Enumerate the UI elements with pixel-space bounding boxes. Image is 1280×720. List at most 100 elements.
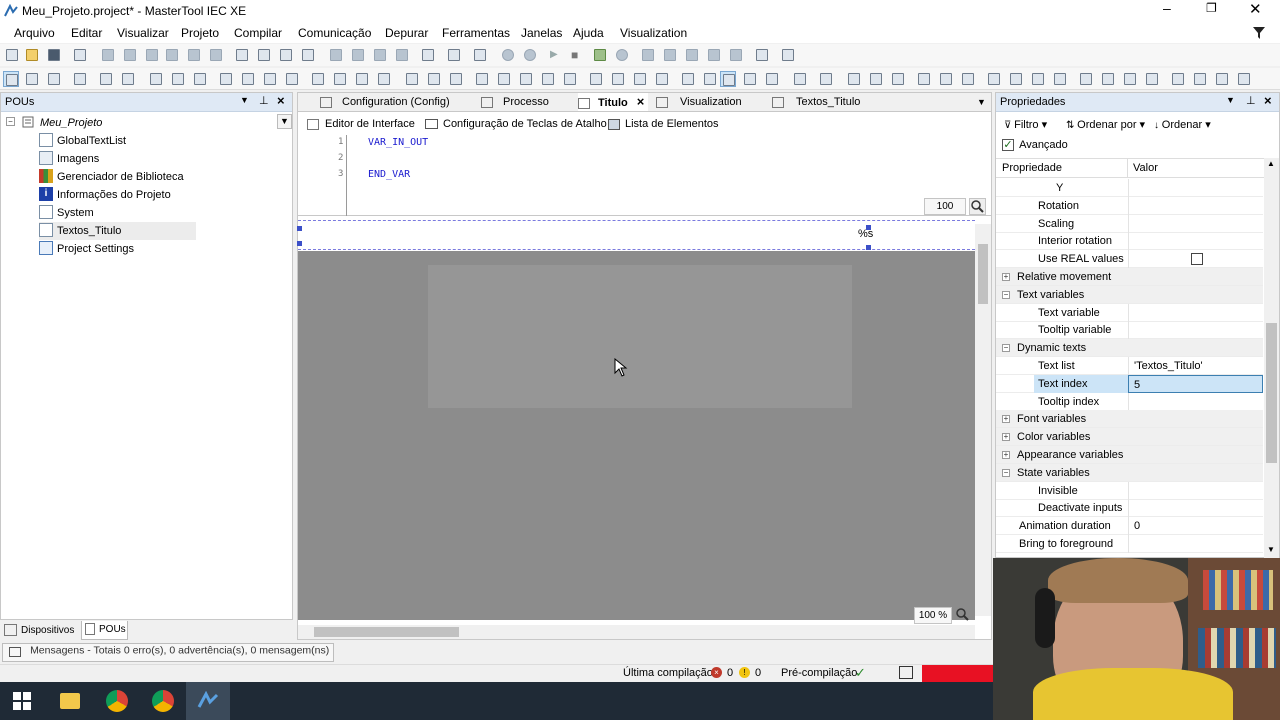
property-value[interactable]: 'Textos_Titulo' [1128, 357, 1263, 375]
mastertool-taskbar-button[interactable] [186, 682, 230, 720]
find-next-icon[interactable] [278, 47, 294, 63]
property-value[interactable] [1128, 499, 1263, 518]
chrome-icon[interactable] [152, 690, 174, 712]
property-value[interactable] [1128, 464, 1263, 482]
delete-icon[interactable] [208, 47, 224, 63]
minimize-icon[interactable]: – [1163, 0, 1171, 16]
visualization-canvas[interactable]: %s [297, 220, 975, 620]
grid-d-icon[interactable] [1236, 71, 1252, 87]
tree-item-informacoes[interactable]: i Informações do Projeto [39, 186, 171, 204]
advanced-checkbox[interactable]: ✓ Avançado [1002, 139, 1068, 152]
group-icon[interactable] [98, 71, 114, 87]
align-top-icon[interactable] [218, 71, 234, 87]
subtab-lista-elementos[interactable]: Lista de Elementos [608, 114, 719, 134]
property-group-row[interactable]: + Appearance variables [996, 446, 1263, 464]
property-value[interactable] [1128, 446, 1263, 464]
find-replace-icon[interactable] [300, 47, 316, 63]
interface-icon[interactable] [818, 71, 834, 87]
menu-compilar[interactable]: Compilar [234, 26, 282, 40]
step-over-icon[interactable] [640, 47, 656, 63]
scroll-down-icon[interactable]: ▼ [1267, 545, 1275, 554]
declaration-editor[interactable]: 1 2 3 VAR_IN_OUT END_VAR 100 [298, 135, 991, 216]
windows-start-icon[interactable] [13, 692, 31, 713]
dist-b-icon[interactable] [1008, 71, 1024, 87]
panel-menu-icon[interactable]: ▼ [1226, 95, 1235, 105]
property-group-row[interactable]: + Relative movement [996, 268, 1263, 286]
image-pool-icon[interactable] [764, 71, 780, 87]
size-b-icon[interactable] [1100, 71, 1116, 87]
messages-tab[interactable]: Mensagens - Totais 0 erro(s), 0 advertên… [2, 643, 334, 662]
property-value[interactable] [1128, 268, 1263, 286]
redo-icon[interactable] [122, 47, 138, 63]
align-center-icon[interactable] [170, 71, 186, 87]
canvas-zoom-field[interactable]: 100 % [914, 607, 952, 624]
size-d-icon[interactable] [1144, 71, 1160, 87]
grid-c-icon[interactable] [1214, 71, 1230, 87]
subtab-teclas[interactable]: Configuração de Teclas de Atalho [425, 114, 607, 134]
collapse-icon[interactable]: − [1002, 290, 1010, 299]
property-group-row[interactable]: + Color variables [996, 428, 1263, 447]
property-row[interactable]: Tooltip index [996, 392, 1263, 411]
tabs-dropdown-icon[interactable]: ▼ [977, 97, 986, 107]
property-value[interactable] [1128, 535, 1263, 553]
distribute-v-icon[interactable] [332, 71, 348, 87]
center-icon[interactable] [284, 71, 300, 87]
grid-a-icon[interactable] [1170, 71, 1186, 87]
panel-close-icon[interactable]: × [277, 93, 285, 108]
collapse-icon[interactable]: − [6, 117, 15, 126]
tree-item-gerenciador[interactable]: Gerenciador de Biblioteca [39, 168, 184, 186]
expand-icon[interactable]: + [1002, 433, 1010, 442]
size-c-icon[interactable] [1122, 71, 1138, 87]
anchor-middle-icon[interactable] [938, 71, 954, 87]
property-value[interactable]: 5 [1128, 374, 1263, 393]
menu-comunicacao[interactable]: Comunicação [298, 26, 371, 40]
checkbox-checked-icon[interactable]: ✓ [1002, 139, 1014, 152]
properties-vscroll[interactable]: ▲ ▼ [1264, 158, 1279, 558]
print-icon[interactable] [72, 47, 88, 63]
close-icon[interactable]: ✕ [1249, 0, 1262, 18]
sort-by-button[interactable]: ⇅ Ordenar por ▾ [1066, 118, 1145, 131]
size-height-icon[interactable] [426, 71, 442, 87]
align-bottom-icon[interactable] [262, 71, 278, 87]
menu-depurar[interactable]: Depurar [385, 26, 428, 40]
filter-icon[interactable] [1252, 26, 1266, 40]
property-row[interactable]: Tooltip variable [996, 321, 1263, 340]
property-row[interactable]: Text list 'Textos_Titulo' [996, 357, 1263, 375]
col-property[interactable]: Propriedade [1002, 162, 1062, 174]
collapse-icon[interactable]: − [1002, 468, 1010, 477]
menu-editar[interactable]: Editar [71, 26, 102, 40]
guide-icon[interactable] [540, 71, 556, 87]
restore-icon[interactable]: ❐ [1206, 1, 1217, 15]
zoom-icon[interactable] [969, 198, 986, 215]
property-value[interactable] [1128, 179, 1263, 197]
reset-icon[interactable] [614, 47, 630, 63]
anchor-center-icon[interactable] [868, 71, 884, 87]
tab-configuration[interactable]: Configuration (Config) [320, 93, 450, 111]
table-tool-icon[interactable] [46, 71, 62, 87]
menu-projeto[interactable]: Projeto [181, 26, 219, 40]
cursor-icon[interactable] [728, 47, 744, 63]
tree-item-textos-titulo[interactable]: Textos_Titulo [39, 222, 196, 240]
panel-menu-icon[interactable]: ▼ [240, 95, 249, 105]
bookmark-next-icon[interactable] [350, 47, 366, 63]
property-value[interactable] [1128, 303, 1263, 322]
canvas-vscroll[interactable] [975, 224, 991, 616]
anchor-top-icon[interactable] [916, 71, 932, 87]
code-zoom-field[interactable]: 100 [924, 198, 966, 215]
anchor-bottom-icon[interactable] [960, 71, 976, 87]
dist-d-icon[interactable] [1052, 71, 1068, 87]
align-middle-icon[interactable] [240, 71, 256, 87]
menu-arquivo[interactable]: Arquivo [14, 26, 55, 40]
property-group-row[interactable]: − Text variables [996, 285, 1263, 304]
tab-dispositivos[interactable]: Dispositivos [2, 622, 78, 639]
dist-c-icon[interactable] [1030, 71, 1046, 87]
space-v-icon[interactable] [376, 71, 392, 87]
forward-icon[interactable] [632, 71, 648, 87]
grid-b-icon[interactable] [1192, 71, 1208, 87]
col-value[interactable]: Valor [1133, 162, 1158, 174]
rect-tool-icon[interactable] [72, 71, 88, 87]
bookmark-clear-icon[interactable] [394, 47, 410, 63]
select-tool-icon[interactable] [3, 71, 19, 87]
property-row[interactable]: Bring to foreground [996, 535, 1263, 553]
pin-icon[interactable]: ⊥ [1246, 94, 1256, 107]
